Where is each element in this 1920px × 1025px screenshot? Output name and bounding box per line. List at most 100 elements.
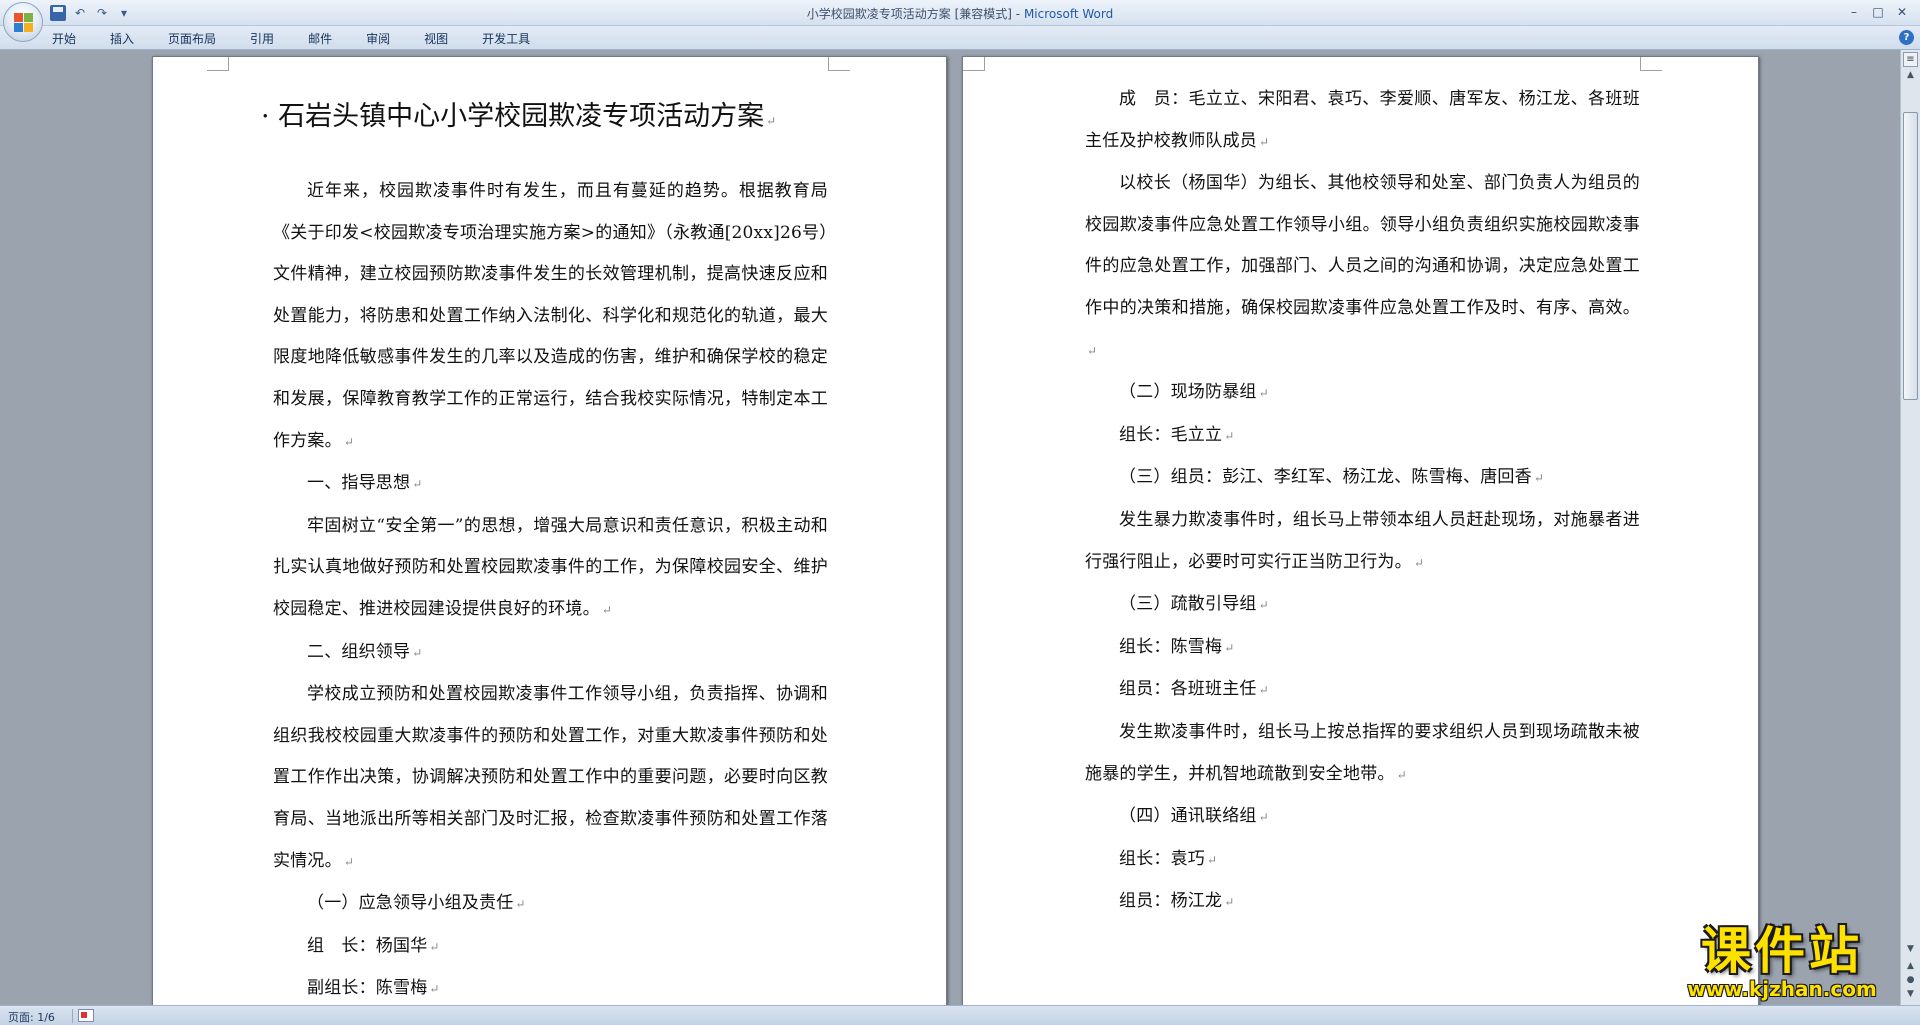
scroll-up-icon[interactable]: ▲ (1903, 70, 1918, 85)
previous-page-icon[interactable]: ▲ (1903, 961, 1918, 975)
page-2-content[interactable]: 成 员：毛立立、宋阳君、袁巧、李爱顺、唐军友、杨江龙、各班班主任及护校教师队成员… (1085, 79, 1640, 924)
page-indicator[interactable]: 页面: 1/6 (8, 1009, 55, 1025)
paragraph[interactable]: 以校长（杨国华）为组长、其他校领导和处室、部门负责人为组员的校园欺凌事件应急处置… (1085, 163, 1640, 372)
paragraph[interactable]: 组员：杨江龙 ↵ (1085, 881, 1640, 924)
paragraph-mark: ↵ (1258, 386, 1269, 401)
paragraph-mark: ↵ (1224, 428, 1235, 443)
paragraph[interactable]: 组 长：杨国华 ↵ (273, 926, 828, 969)
paragraph-text: 学校成立预防和处置校园欺凌事件工作领导小组，负责指挥、协调和组织我校校园重大欺凌… (273, 684, 828, 871)
document-page-1[interactable]: · 石岩头镇中心小学校园欺凌专项活动方案 ↵ 近年来，校园欺凌事件时有发生，而且有… (152, 56, 947, 1005)
next-page-icon[interactable]: ▼ (1903, 989, 1918, 1003)
paragraph[interactable]: 组长：毛立立 ↵ (1085, 415, 1640, 458)
paragraph-mark: ↵ (1224, 640, 1235, 655)
browse-object-icon[interactable]: ● (1903, 975, 1918, 989)
tab-insert[interactable]: 插入 (110, 30, 134, 47)
paragraph-mark: ↵ (343, 434, 355, 449)
page-1-paragraphs[interactable]: 近年来，校园欺凌事件时有发生，而且有蔓延的趋势。根据教育局《关于印发<校园欺凌专… (273, 171, 828, 1005)
paragraph-mark: ↵ (429, 982, 440, 997)
paragraph-mark: ↵ (412, 477, 423, 492)
paragraph-text: 组长：陈雪梅 (1119, 636, 1223, 657)
view-ruler-icon[interactable]: ≡ (1903, 52, 1918, 67)
help-icon[interactable]: ? (1899, 30, 1914, 45)
document-page-2[interactable]: 成 员：毛立立、宋阳君、袁巧、李爱顺、唐军友、杨江龙、各班班主任及护校教师队成员… (962, 56, 1759, 1005)
paragraph-text: （二）现场防暴组 (1119, 382, 1257, 403)
title-bar: ↶ ↷ ▾ 小学校园欺凌专项活动方案 [兼容模式] - Microsoft Wo… (0, 0, 1920, 26)
paragraph-text: （四）通讯联络组 (1119, 806, 1257, 827)
paragraph-mark: ↵ (1258, 598, 1269, 613)
tab-mailings[interactable]: 邮件 (308, 30, 332, 47)
paragraph-mark: ↵ (1087, 343, 1098, 358)
paragraph-text: 发生暴力欺凌事件时，组长马上带领本组人员赶赴现场，对施暴者进行强行阻止，必要时可… (1085, 509, 1640, 572)
paragraph[interactable]: 成 员：毛立立、宋阳君、袁巧、李爱顺、唐军友、杨江龙、各班班主任及护校教师队成员… (1085, 79, 1640, 163)
ribbon-tabs: 开始 插入 页面布局 引用 邮件 审阅 视图 开发工具 (52, 30, 564, 47)
scroll-thumb[interactable] (1903, 112, 1918, 400)
language-icon[interactable] (78, 1009, 94, 1022)
paragraph-text: 一、指导思想 (307, 473, 411, 494)
paragraph-mark: ↵ (343, 854, 355, 869)
scroll-down-icon[interactable]: ▼ (1903, 944, 1918, 959)
tab-review[interactable]: 审阅 (366, 30, 390, 47)
paragraph-mark: ↵ (1259, 134, 1270, 149)
tab-home[interactable]: 开始 (52, 30, 76, 47)
close-icon[interactable]: ✕ (1890, 3, 1914, 21)
paragraph-text: （一）应急领导小组及责任 (307, 893, 514, 914)
paragraph[interactable]: （二）现场防暴组 ↵ (1085, 372, 1640, 415)
paragraph-mark: ↵ (1224, 895, 1235, 910)
window-title: 小学校园欺凌专项活动方案 [兼容模式] - Microsoft Word (0, 5, 1920, 22)
paragraph-text: 组长：袁巧 (1119, 848, 1205, 869)
paragraph-text: 以校长（杨国华）为组长、其他校领导和处室、部门负责人为组员的校园欺凌事件应急处置… (1085, 173, 1640, 318)
document-area[interactable]: · 石岩头镇中心小学校园欺凌专项活动方案 ↵ 近年来，校园欺凌事件时有发生，而且有… (0, 50, 1900, 1005)
paragraph-text: 发生欺凌事件时，组长马上按总指挥的要求组织人员到现场疏散未被施暴的学生，并机智地… (1085, 721, 1640, 784)
margin-corner-mark (1640, 57, 1662, 71)
tab-developer[interactable]: 开发工具 (482, 30, 530, 47)
tab-page-layout[interactable]: 页面布局 (168, 30, 216, 47)
ribbon-tab-bar: 开始 插入 页面布局 引用 邮件 审阅 视图 开发工具 ? (0, 26, 1920, 50)
paragraph-text: （三）疏散引导组 (1119, 594, 1257, 615)
minimize-icon[interactable]: – (1842, 3, 1866, 21)
paragraph[interactable]: （三）组员：彭江、李红军、杨江龙、陈雪梅、唐回香 ↵ (1085, 457, 1640, 500)
tab-references[interactable]: 引用 (250, 30, 274, 47)
paragraph[interactable]: （四）通讯联络组 ↵ (1085, 796, 1640, 839)
paragraph[interactable]: 一、指导思想 ↵ (273, 463, 828, 506)
paragraph-mark: ↵ (1258, 810, 1269, 825)
tab-view[interactable]: 视图 (424, 30, 448, 47)
paragraph-mark: ↵ (1396, 767, 1407, 782)
watermark-url: www.kjzhan.com (1687, 977, 1877, 1001)
paragraph[interactable]: 学校成立预防和处置校园欺凌事件工作领导小组，负责指挥、协调和组织我校校园重大欺凌… (273, 674, 828, 883)
paragraph[interactable]: 发生暴力欺凌事件时，组长马上带领本组人员赶赴现场，对施暴者进行强行阻止，必要时可… (1085, 500, 1640, 584)
paragraph-mark: ↵ (601, 602, 613, 617)
paragraph-text: 成 员：毛立立、宋阳君、袁巧、李爱顺、唐军友、杨江龙、各班班主任及护校教师队成员 (1085, 89, 1640, 151)
margin-corner-mark (207, 57, 229, 71)
office-button[interactable] (3, 2, 43, 42)
vertical-scrollbar[interactable]: ≡ ▲ ▼ ▲ ● ▼ (1900, 50, 1920, 1005)
page-2-paragraphs[interactable]: 成 员：毛立立、宋阳君、袁巧、李爱顺、唐军友、杨江龙、各班班主任及护校教师队成员… (1085, 79, 1640, 924)
page-1-content[interactable]: · 石岩头镇中心小学校园欺凌专项活动方案 ↵ 近年来，校园欺凌事件时有发生，而且有… (261, 97, 828, 1005)
document-title-text: · 石岩头镇中心小学校园欺凌专项活动方案 (261, 101, 765, 132)
app-name: Microsoft Word (1023, 7, 1114, 21)
paragraph[interactable]: 副组长：陈雪梅 ↵ (273, 968, 828, 1005)
paragraph[interactable]: 发生欺凌事件时，组长马上按总指挥的要求组织人员到现场疏散未被施暴的学生，并机智地… (1085, 712, 1640, 796)
paragraph-mark: ↵ (515, 897, 526, 912)
paragraph[interactable]: 近年来，校园欺凌事件时有发生，而且有蔓延的趋势。根据教育局《关于印发<校园欺凌专… (273, 171, 828, 463)
paragraph[interactable]: 组员：各班班主任 ↵ (1085, 669, 1640, 712)
paragraph-mark: ↵ (429, 939, 440, 954)
paragraph-text: 组员：各班班主任 (1119, 679, 1257, 700)
maximize-icon[interactable]: □ (1866, 3, 1890, 21)
watermark-name: 课件站 (1701, 922, 1863, 980)
paragraph-mark: ↵ (766, 114, 777, 128)
margin-corner-mark (963, 57, 985, 71)
paragraph[interactable]: 组长：袁巧 ↵ (1085, 839, 1640, 882)
paragraph[interactable]: 组长：陈雪梅 ↵ (1085, 627, 1640, 670)
document-title[interactable]: · 石岩头镇中心小学校园欺凌专项活动方案 ↵ (261, 97, 828, 141)
window-controls: – □ ✕ (1842, 3, 1914, 21)
document-name: 小学校园欺凌专项活动方案 [兼容模式] (806, 7, 1012, 21)
paragraph[interactable]: （一）应急领导小组及责任 ↵ (273, 883, 828, 926)
paragraph-text: 组 长：杨国华 (307, 935, 428, 956)
paragraph[interactable]: （三）疏散引导组 ↵ (1085, 584, 1640, 627)
paragraph-mark: ↵ (1258, 683, 1269, 698)
paragraph-mark: ↵ (1207, 852, 1218, 867)
title-separator: - (1011, 7, 1024, 21)
paragraph[interactable]: 二、组织领导 ↵ (273, 632, 828, 675)
paragraph[interactable]: 牢固树立“安全第一”的思想，增强大局意识和责任意识，积极主动和扎实认真地做好预防… (273, 506, 828, 632)
paragraph-text: 组员：杨江龙 (1119, 891, 1223, 912)
